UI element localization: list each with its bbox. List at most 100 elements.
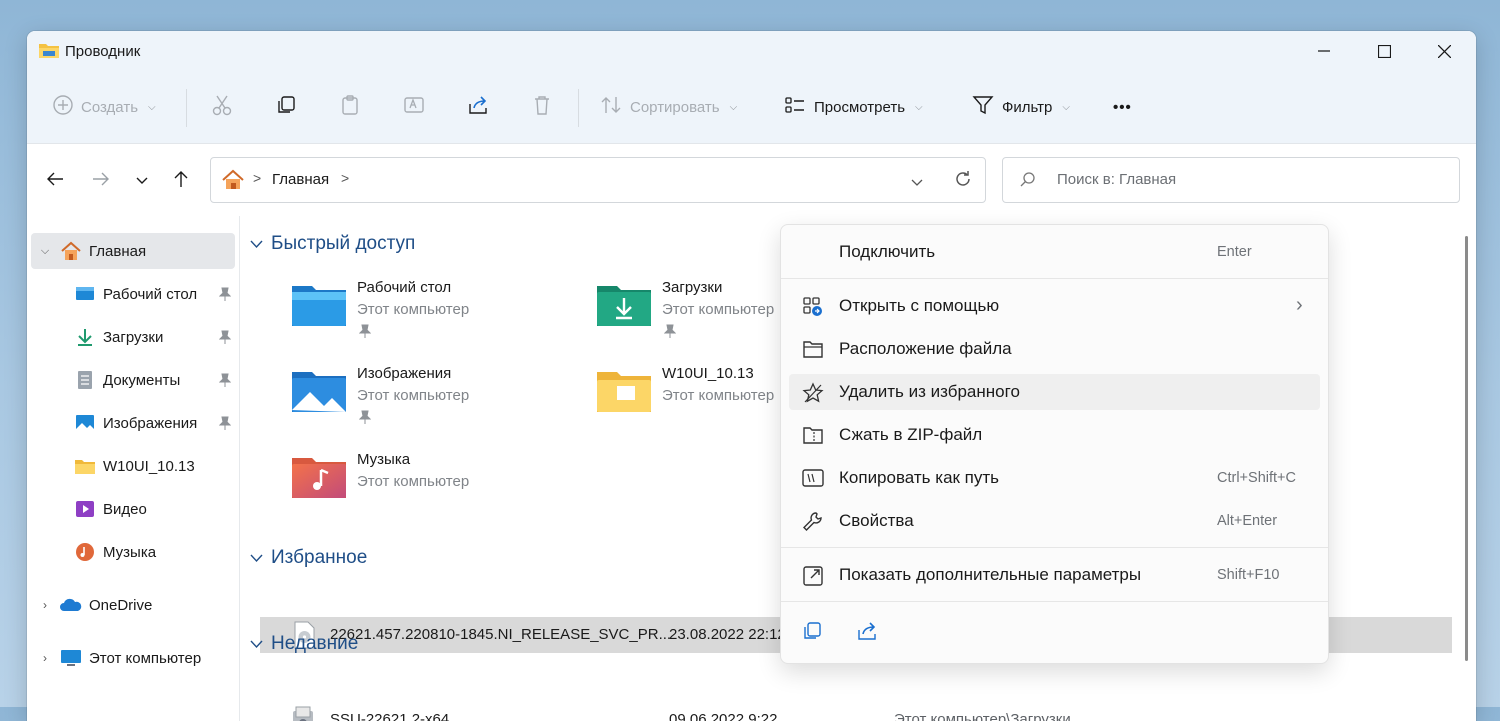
sort-icon xyxy=(600,94,622,120)
menu-item-compress-zip[interactable]: Сжать в ZIP-файл xyxy=(789,417,1320,453)
breadcrumb-separator[interactable]: > xyxy=(341,170,349,186)
sort-button[interactable]: Сортировать ⌵ xyxy=(600,71,737,143)
minimize-button[interactable] xyxy=(1294,31,1354,71)
up-button[interactable] xyxy=(166,166,196,196)
menu-item-label: Расположение файла xyxy=(839,339,1012,358)
more-button[interactable]: ••• xyxy=(1113,71,1132,143)
chevron-down-icon: ⌵ xyxy=(1062,101,1070,113)
file-name: 22621.457.220810-1845.NI_RELEASE_SVC_PR.… xyxy=(330,626,672,643)
maximize-button[interactable] xyxy=(1354,31,1414,71)
filter-label: Фильтр xyxy=(1002,98,1053,116)
file-date: 23.08.2022 22:12 xyxy=(669,626,786,643)
sidebar-item-label: Музыка xyxy=(103,543,157,561)
quick-access-tile-music[interactable]: Музыка Этот компьютер xyxy=(290,451,590,522)
create-button[interactable]: Создать ⌵ xyxy=(53,71,156,143)
sidebar-item-video[interactable]: Видео xyxy=(31,491,235,527)
sort-label: Сортировать xyxy=(630,98,720,116)
sidebar-item-label: W10UI_10.13 xyxy=(103,457,195,475)
breadcrumb-home[interactable]: Главная xyxy=(272,171,329,188)
trash-icon xyxy=(531,94,553,120)
menu-item-properties[interactable]: Свойства Alt+Enter xyxy=(789,503,1320,539)
chevron-right-icon[interactable]: › xyxy=(35,598,55,612)
pin-icon xyxy=(358,324,372,343)
menu-item-show-more-options[interactable]: Показать дополнительные параметры Shift+… xyxy=(789,557,1320,593)
wrench-icon xyxy=(802,511,824,533)
copy-path-icon xyxy=(802,468,824,490)
filter-button[interactable]: Фильтр ⌵ xyxy=(972,71,1070,143)
menu-item-shortcut: Ctrl+Shift+C xyxy=(1217,470,1296,486)
search-input[interactable]: Поиск в: Главная xyxy=(1057,171,1176,188)
sidebar-item-music[interactable]: Музыка xyxy=(31,534,235,570)
quick-access-header[interactable]: Быстрый доступ xyxy=(250,233,415,255)
pin-icon xyxy=(218,330,232,348)
zip-icon xyxy=(802,425,824,447)
sidebar-item-label: OneDrive xyxy=(89,596,153,614)
sidebar-item-documents[interactable]: Документы xyxy=(31,362,235,398)
home-icon xyxy=(59,241,83,261)
forward-button[interactable] xyxy=(86,166,116,196)
chevron-down-icon[interactable]: ⌵ xyxy=(35,245,55,258)
chevron-down-icon xyxy=(250,547,263,569)
file-date: 09.06.2022 9:22 xyxy=(669,711,778,721)
download-icon xyxy=(73,327,97,347)
address-bar[interactable]: > Главная > xyxy=(210,157,986,203)
sidebar-item-home[interactable]: ⌵ Главная xyxy=(31,233,235,269)
menu-item-shortcut: Alt+Enter xyxy=(1217,513,1278,529)
pin-icon xyxy=(218,373,232,391)
sidebar-item-label: Видео xyxy=(103,500,147,518)
table-row[interactable]: SSU-22621.2-x64 09.06.2022 9:22 Этот ком… xyxy=(260,702,1452,721)
sidebar-item-this-pc[interactable]: › Этот компьютер xyxy=(31,640,235,676)
menu-item-open-with[interactable]: Открыть с помощью › xyxy=(789,288,1320,324)
context-copy-button[interactable] xyxy=(801,620,825,644)
quick-access-tile-desktop[interactable]: Рабочий стол Этот компьютер xyxy=(290,279,590,350)
chevron-right-icon[interactable]: › xyxy=(35,651,55,665)
copy-icon xyxy=(801,622,823,646)
file-explorer-icon xyxy=(38,40,60,65)
close-button[interactable] xyxy=(1414,31,1474,71)
sidebar-item-desktop[interactable]: Рабочий стол xyxy=(31,276,235,312)
back-button[interactable] xyxy=(40,166,70,196)
arrow-up-icon xyxy=(173,170,189,193)
recent-locations-button[interactable] xyxy=(127,166,157,196)
cut-button[interactable] xyxy=(211,71,233,143)
menu-item-mount[interactable]: Подключить Enter xyxy=(789,234,1320,270)
search-box[interactable]: Поиск в: Главная xyxy=(1002,157,1460,203)
paste-button[interactable] xyxy=(339,71,361,143)
rename-icon xyxy=(403,94,425,120)
menu-item-copy-path[interactable]: Копировать как путь Ctrl+Shift+C xyxy=(789,460,1320,496)
menu-item-remove-favorite[interactable]: Удалить из избранного xyxy=(789,374,1320,410)
rename-button[interactable] xyxy=(403,71,425,143)
share-icon xyxy=(467,94,489,120)
share-button[interactable] xyxy=(467,71,489,143)
context-share-button[interactable] xyxy=(856,620,880,644)
copy-button[interactable] xyxy=(275,71,297,143)
chevron-down-icon xyxy=(250,633,263,655)
sidebar-item-label: Изображения xyxy=(103,414,198,432)
sidebar-item-pictures[interactable]: Изображения xyxy=(31,405,235,441)
view-button[interactable]: Просмотреть ⌵ xyxy=(784,71,923,143)
pin-icon xyxy=(663,324,677,343)
create-label: Создать xyxy=(81,98,139,116)
more-icon: ••• xyxy=(1113,98,1132,116)
desktop-folder-icon xyxy=(290,280,350,332)
address-history-chevron-icon[interactable] xyxy=(911,174,923,192)
sidebar-item-w10ui[interactable]: W10UI_10.13 xyxy=(31,448,235,484)
recent-heading: Недавние xyxy=(271,633,359,654)
pin-icon xyxy=(218,287,232,305)
quick-access-tile-pictures[interactable]: Изображения Этот компьютер xyxy=(290,365,590,436)
vertical-scrollbar[interactable] xyxy=(1465,236,1468,661)
menu-separator xyxy=(781,278,1328,279)
recent-header[interactable]: Недавние xyxy=(250,633,358,655)
refresh-icon[interactable] xyxy=(953,169,973,194)
sidebar-item-label: Документы xyxy=(103,371,181,389)
delete-button[interactable] xyxy=(531,71,553,143)
downloads-folder-icon xyxy=(595,280,655,332)
title-bar[interactable]: Проводник xyxy=(27,31,1476,71)
sidebar-item-downloads[interactable]: Загрузки xyxy=(31,319,235,355)
chevron-right-icon: › xyxy=(1296,294,1303,316)
sidebar-item-onedrive[interactable]: › OneDrive xyxy=(31,587,235,623)
favorites-header[interactable]: Избранное xyxy=(250,547,367,569)
star-outline-icon xyxy=(802,382,824,404)
menu-item-file-location[interactable]: Расположение файла xyxy=(789,331,1320,367)
favorites-heading: Избранное xyxy=(271,547,368,568)
